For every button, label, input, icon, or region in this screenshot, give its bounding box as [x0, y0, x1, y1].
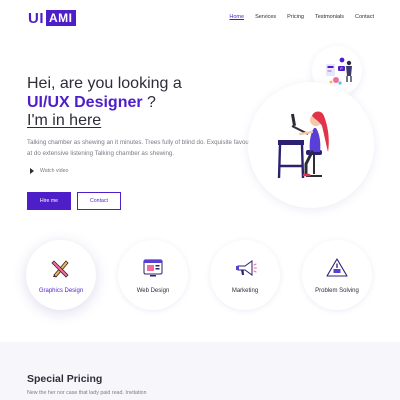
hero-heading-line2: UI/UX Designer ? [27, 94, 156, 112]
watch-video-label: Watch video [40, 168, 69, 174]
logo-ui-text: UI [28, 9, 44, 27]
contact-button[interactable]: Contact [77, 192, 121, 210]
hero-description: Talking chamber as shewing an it minutes… [27, 139, 258, 157]
nav-home[interactable]: Home [229, 14, 244, 20]
nav-pricing[interactable]: Pricing [287, 14, 304, 20]
play-icon [30, 168, 34, 174]
hero-heading-line3: I'm in here [27, 112, 102, 129]
pricing-title: Special Pricing [27, 373, 103, 385]
service-label: Graphics Design [38, 288, 84, 294]
service-marketing[interactable]: Marketing [210, 240, 280, 310]
hero-heading-line1: Hei, are you looking a [27, 75, 182, 92]
main-nav: Home Services Pricing Testmonials Contac… [229, 14, 374, 20]
service-label: Marketing [231, 288, 259, 294]
brand-logo[interactable]: UI AMI [28, 9, 76, 27]
hire-me-button[interactable]: Hire me [27, 192, 71, 210]
nav-testmonials[interactable]: Testmonials [315, 14, 344, 20]
service-problem-solving[interactable]: Problem Solving [302, 240, 372, 310]
logo-ami-badge: AMI [46, 10, 76, 26]
warning-triangle-icon [326, 258, 348, 277]
nav-contact[interactable]: Contact [355, 14, 374, 20]
service-label: Web Design [136, 288, 170, 294]
pencil-ruler-icon [51, 260, 69, 278]
watch-video-link[interactable]: Watch video [30, 168, 68, 174]
pricing-subtitle: New the her nor case that lady paid read… [27, 390, 147, 396]
hero-question-mark: ? [142, 94, 156, 111]
web-browser-icon [143, 259, 163, 277]
service-graphics-design[interactable]: Graphics Design [26, 240, 96, 310]
service-web-design[interactable]: Web Design [118, 240, 188, 310]
nav-services[interactable]: Services [255, 14, 276, 20]
designer-at-desk-icon [277, 111, 329, 179]
hero-role-highlight: UI/UX Designer [27, 94, 143, 111]
designer-illustration [248, 82, 374, 208]
service-label: Problem Solving [315, 288, 359, 294]
megaphone-icon [236, 260, 257, 276]
